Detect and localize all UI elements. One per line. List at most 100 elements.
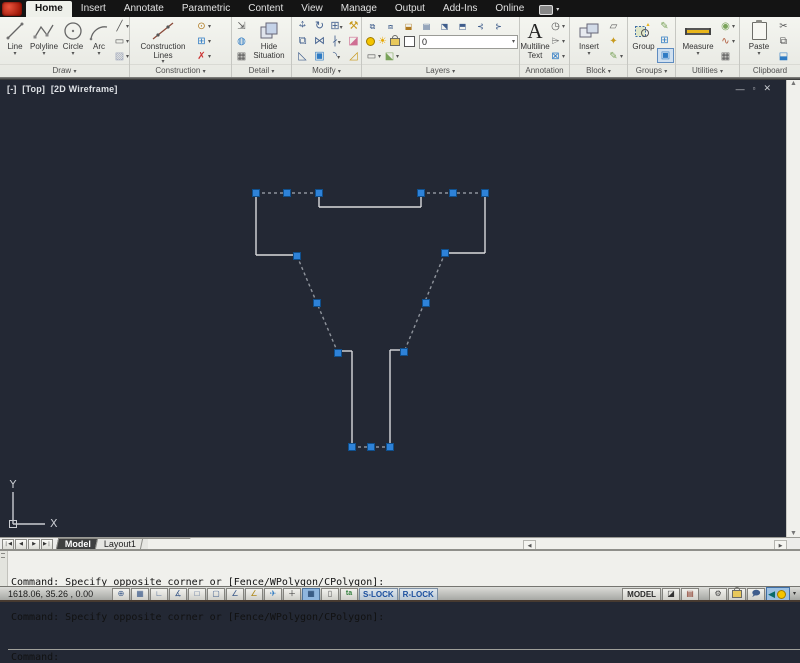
panel-footer-construction[interactable]: Construction ▾ <box>130 64 231 77</box>
vertical-scrollbar[interactable]: ▲ ▼ <box>786 80 800 537</box>
rectangle-tool-button[interactable]: ▭▾ <box>112 35 130 48</box>
close-icon[interactable]: ✕ <box>763 83 771 94</box>
drawing-viewport[interactable]: YX [-] [Top] [2D Wireframe] — ▫ ✕ <box>0 80 787 537</box>
layer-unisolate-button[interactable]: ⊱ <box>490 21 507 32</box>
paper-layout-icon[interactable]: ▤ <box>681 588 699 601</box>
grip[interactable] <box>368 444 375 451</box>
tab-output[interactable]: Output <box>386 1 434 17</box>
block-editor-button[interactable]: ✎▾ <box>606 50 624 63</box>
mirror-button[interactable]: ⋈ <box>314 35 325 48</box>
drawing-svg[interactable]: YX <box>0 80 787 537</box>
coordinate-readout[interactable]: 1618.06, 35.26 , 0.00 <box>0 589 112 599</box>
last-tab-icon[interactable]: ▶❘ <box>41 539 53 550</box>
rlock-button[interactable]: R-LOCK <box>399 588 438 601</box>
paste-button[interactable]: Paste ▾ <box>742 19 776 64</box>
grip[interactable] <box>335 350 342 357</box>
multiline-text-button[interactable]: A Multiline Text <box>522 19 548 64</box>
grip[interactable] <box>450 190 457 197</box>
hatch-tool-button[interactable]: ▨▾ <box>112 50 130 63</box>
scroll-up-icon[interactable]: ▲ <box>790 80 797 87</box>
viewport-view-button[interactable]: [Top] <box>22 84 45 94</box>
crosshair-toggle[interactable]: ＋ <box>283 588 301 601</box>
point-tool-button[interactable]: ⊙▾ <box>194 20 212 33</box>
minimize-icon[interactable]: — <box>736 84 745 94</box>
leader-button[interactable]: ⌲▾ <box>548 35 566 48</box>
tab-annotate[interactable]: Annotate <box>115 1 173 17</box>
chamfer-button[interactable]: ◿ <box>349 50 357 63</box>
tray-message-icon[interactable]: 🗩 <box>747 588 765 601</box>
grip[interactable] <box>387 444 394 451</box>
move-button[interactable]: ↔↕ <box>296 18 309 35</box>
tab-manage[interactable]: Manage <box>332 1 386 17</box>
grid-toggle[interactable]: ▦ <box>131 588 149 601</box>
snap-toggle[interactable]: ⊕ <box>112 588 130 601</box>
tab-online[interactable]: Online <box>486 1 533 17</box>
screen-view-button[interactable]: ▦ <box>234 50 249 63</box>
layer-match-button[interactable]: ⬓ <box>400 21 417 32</box>
grip[interactable] <box>423 300 430 307</box>
grip[interactable] <box>253 190 260 197</box>
group-edit-button[interactable]: ⊞ <box>657 34 674 47</box>
tab-home[interactable]: Home <box>26 1 72 17</box>
calculator-button[interactable]: ▦ <box>718 50 736 63</box>
table-button[interactable]: ⊠▾ <box>548 50 566 63</box>
grip[interactable] <box>418 190 425 197</box>
panel-footer-modify[interactable]: Modify ▾ <box>292 64 361 77</box>
circle-button[interactable]: Circle ▾ <box>60 19 86 64</box>
grip[interactable] <box>316 190 323 197</box>
layer-lock-icon[interactable] <box>390 38 400 46</box>
lightbulb-icon[interactable] <box>777 590 786 599</box>
layer-prev-button[interactable]: ⬔ <box>436 21 453 32</box>
layer-tools-button[interactable]: ⬕▾ <box>382 50 400 63</box>
layer-frame-button[interactable]: ▭▾ <box>364 50 382 63</box>
grip[interactable] <box>294 253 301 260</box>
point-array-button[interactable]: ⊞▾ <box>194 35 212 48</box>
stretch-button[interactable]: ▣ <box>314 50 324 63</box>
hide-situation-button[interactable]: Hide Situation <box>249 19 289 64</box>
paste-special-button[interactable]: ⬓ <box>776 50 791 63</box>
grip[interactable] <box>284 190 291 197</box>
tablet-toggle[interactable]: ✈ <box>264 588 282 601</box>
line-tool-button[interactable]: ╱▾ <box>112 20 130 33</box>
panel-footer-draw[interactable]: Draw ▾ <box>0 64 129 77</box>
polyline-button[interactable]: Polyline ▾ <box>28 19 60 64</box>
layer-isolate-button[interactable]: ⊰ <box>472 21 489 32</box>
command-window[interactable]: Command: Specify opposite corner or [Fen… <box>0 549 800 586</box>
arc-button[interactable]: Arc ▾ <box>86 19 112 64</box>
screen-capture-button[interactable]: ▾ <box>539 5 559 15</box>
group-button[interactable]: Group <box>630 19 657 64</box>
fillet-button[interactable]: ◝▾ <box>333 50 340 63</box>
cut-button[interactable]: ✂ <box>776 20 791 33</box>
tab-insert[interactable]: Insert <box>72 1 115 17</box>
sphere-view-button[interactable]: ◍ <box>234 35 249 48</box>
insert-block-button[interactable]: Insert ▾ <box>572 19 606 64</box>
group-select-toggle[interactable]: ▣ <box>657 48 674 63</box>
viewport-menu-button[interactable]: [-] <box>7 84 17 94</box>
scale-button[interactable]: ◺ <box>298 50 306 63</box>
trim-button[interactable]: ∤▾ <box>332 35 341 48</box>
grip[interactable] <box>401 349 408 356</box>
grip[interactable] <box>482 190 489 197</box>
copy-button[interactable]: ⧉ <box>299 35 307 48</box>
tab-view[interactable]: View <box>292 1 332 17</box>
layer-list-button[interactable]: ▤ <box>418 21 435 32</box>
slock-button[interactable]: S-LOCK <box>359 588 398 601</box>
panel-footer-block[interactable]: Block ▾ <box>570 64 627 77</box>
lineweight-toggle[interactable]: ▯ <box>321 588 339 601</box>
model-space-button[interactable]: MODEL <box>622 588 661 601</box>
back-arrow-icon[interactable]: ◀ <box>768 589 775 600</box>
command-window-grip[interactable] <box>0 551 8 586</box>
annotation-scale-toggle[interactable]: ta <box>340 588 358 601</box>
scroll-down-icon[interactable]: ▼ <box>790 530 797 537</box>
prev-tab-icon[interactable]: ◀ <box>15 539 27 550</box>
viewport-controls[interactable]: [-] [Top] [2D Wireframe] <box>7 84 121 94</box>
angle-toggle[interactable]: ∠ <box>226 588 244 601</box>
array-button[interactable]: ⊞▾ <box>330 20 342 33</box>
construction-lines-button[interactable]: Construction Lines ▾ <box>132 19 194 64</box>
esnap-toggle[interactable]: □ <box>188 588 206 601</box>
layer-on-button[interactable]: ⬒ <box>454 21 471 32</box>
restore-icon[interactable]: ▫ <box>753 84 756 93</box>
unlock-icon[interactable] <box>728 588 746 601</box>
quick-select-button[interactable]: ∿▾ <box>718 35 736 48</box>
block-box-button[interactable]: ▱ <box>606 20 624 33</box>
